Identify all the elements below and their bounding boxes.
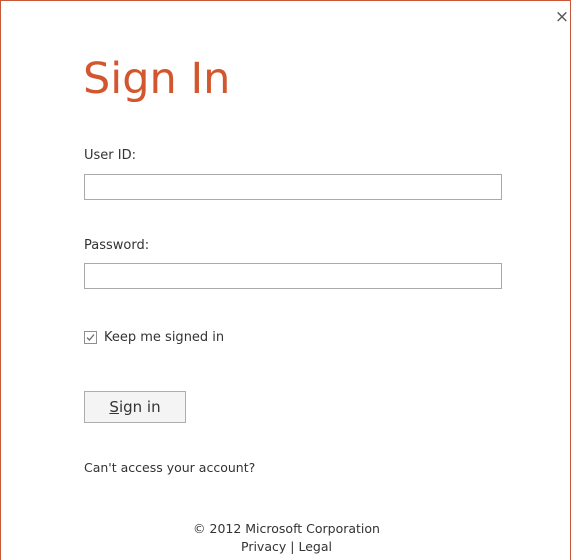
sign-in-button-label: ign in (118, 398, 161, 416)
password-label: Password: (84, 238, 150, 253)
page-title: Sign In (83, 54, 231, 104)
sign-in-button-mnemonic: S (109, 398, 119, 416)
close-icon[interactable]: × (555, 7, 569, 27)
sign-in-dialog: × Sign In User ID: Password: Keep me sig… (0, 0, 571, 560)
userid-label: User ID: (84, 148, 136, 163)
sign-in-button[interactable]: Sign in (84, 391, 186, 423)
cant-access-account-link[interactable]: Can't access your account? (84, 460, 255, 475)
footer-links: Privacy | Legal (1, 538, 572, 556)
footer: © 2012 Microsoft Corporation Privacy | Leg… (1, 520, 572, 556)
footer-separator: | (290, 539, 295, 554)
legal-link[interactable]: Legal (298, 539, 332, 554)
keep-signed-in-row[interactable]: Keep me signed in (84, 329, 224, 345)
privacy-link[interactable]: Privacy (241, 539, 286, 554)
keep-signed-in-checkbox[interactable] (84, 330, 97, 344)
close-button[interactable]: × (554, 7, 570, 27)
checkmark-icon (86, 333, 95, 341)
keep-signed-in-label: Keep me signed in (104, 329, 225, 345)
password-input[interactable] (84, 263, 502, 289)
userid-input[interactable] (84, 174, 502, 200)
copyright-text: © 2012 Microsoft Corporation (193, 521, 380, 536)
